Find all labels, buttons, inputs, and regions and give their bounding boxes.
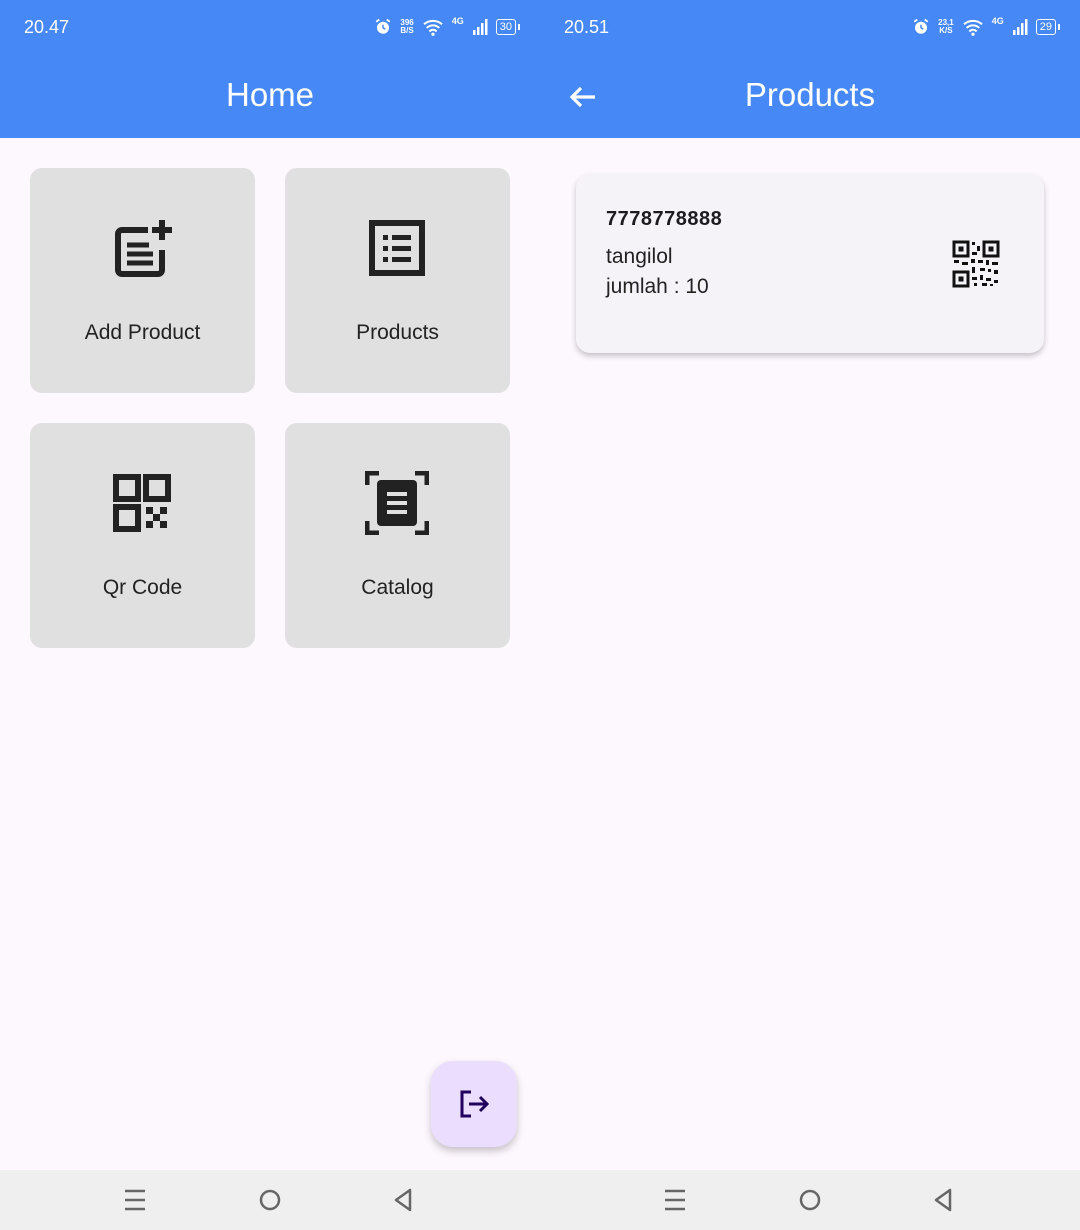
status-bar: 20.51 23,1 K/S 4G 29 <box>540 0 1080 56</box>
product-quantity: jumlah : 10 <box>606 275 709 298</box>
product-code: 7778778888 <box>606 208 723 230</box>
battery-icon: 30 <box>495 19 521 35</box>
catalog-tile[interactable]: Catalog <box>285 423 510 648</box>
home-circle-icon[interactable] <box>256 1186 284 1214</box>
menu-icon[interactable] <box>121 1186 149 1214</box>
alarm-icon <box>376 18 391 34</box>
status-icons: 23,1 K/S 4G 29 <box>912 16 1061 38</box>
signal-icon <box>472 19 488 35</box>
tile-label: Products <box>356 321 439 344</box>
products-tile[interactable]: Products <box>285 168 510 393</box>
tile-label: Catalog <box>361 576 434 599</box>
status-time: 20.47 <box>24 17 70 37</box>
document-scanner-icon <box>365 471 429 535</box>
menu-icon[interactable] <box>661 1186 689 1214</box>
qr-code-icon[interactable] <box>952 240 1000 288</box>
qr-code-tile[interactable]: Qr Code <box>30 423 255 648</box>
list-alt-icon <box>369 220 425 276</box>
app-bar: Products <box>540 56 1080 138</box>
product-card[interactable]: 7778778888 tangilol jumlah : 10 <box>576 174 1044 353</box>
network-type: 4G <box>451 16 464 26</box>
back-triangle-icon[interactable] <box>390 1186 418 1214</box>
qr-code-icon <box>113 474 171 532</box>
products-screen: 20.51 23,1 K/S 4G 29 Products 7778778888 … <box>540 0 1080 1230</box>
status-bar: 20.47 396 B/S 4G 30 <box>0 0 540 56</box>
post-add-icon <box>115 220 172 277</box>
system-nav-bar <box>540 1170 1080 1230</box>
logout-button[interactable] <box>431 1061 517 1147</box>
tile-label: Qr Code <box>102 576 183 599</box>
battery-icon: 29 <box>1035 19 1061 35</box>
home-screen: 20.47 396 B/S 4G 30 Home Add Product Prod… <box>0 0 540 1230</box>
back-triangle-icon[interactable] <box>930 1186 958 1214</box>
status-time: 20.51 <box>564 17 610 37</box>
tile-label: Add Product <box>84 321 201 344</box>
system-nav-bar <box>0 1170 540 1230</box>
logout-icon <box>460 1090 490 1118</box>
network-speed: 396 B/S <box>400 18 414 35</box>
app-bar: Home <box>0 56 540 138</box>
add-product-tile[interactable]: Add Product <box>30 168 255 393</box>
product-name: tangilol <box>606 245 673 268</box>
network-speed: 23,1 K/S <box>938 18 954 35</box>
page-title: Products <box>744 76 876 113</box>
signal-icon <box>1012 19 1028 35</box>
alarm-icon <box>913 18 929 34</box>
wifi-icon <box>963 19 983 36</box>
status-icons: 396 B/S 4G 30 <box>374 16 521 38</box>
home-circle-icon[interactable] <box>796 1186 824 1214</box>
page-title: Home <box>225 76 315 113</box>
network-type: 4G <box>991 16 1004 26</box>
wifi-icon <box>423 19 443 36</box>
